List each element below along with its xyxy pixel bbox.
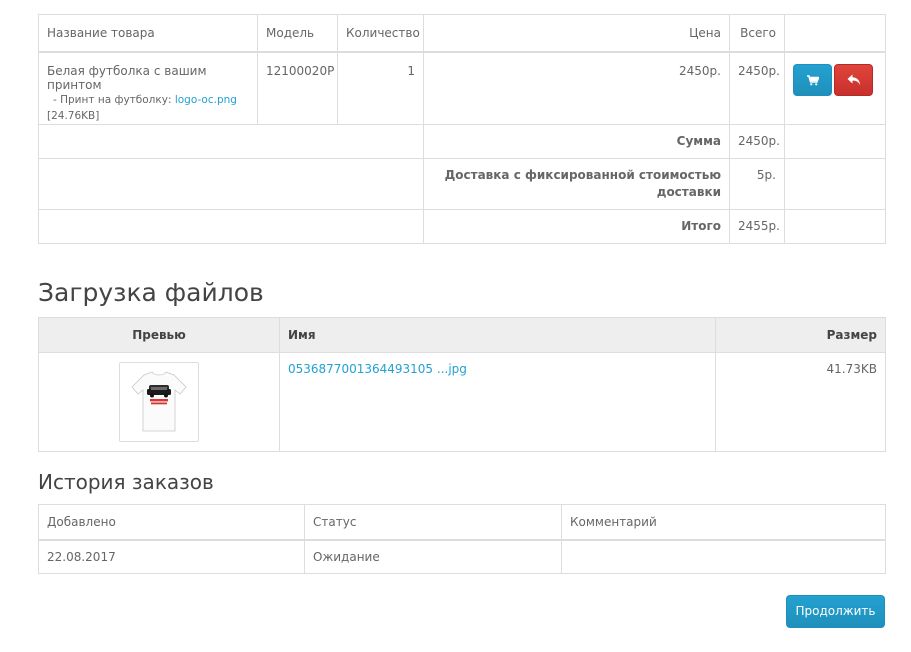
history-status: Ожидание [304,539,562,574]
totals-label: Итого [423,208,730,244]
product-actions [784,51,886,125]
totals-row: Доставка с фиксированной стоимостью дост… [38,157,886,210]
product-cell: Белая футболка с вашим принтом - Принт н… [38,51,258,125]
preview-cell [38,352,280,452]
col-actions [784,14,886,53]
order-header-row: Название товара Модель Количество Цена В… [38,14,886,53]
option-file-link[interactable]: logo-oc.png [175,94,237,106]
totals-value: 5р. [729,157,785,210]
file-thumbnail[interactable] [119,362,199,442]
product-total: 2450р. [729,51,785,125]
totals-label: Доставка с фиксированной стоимостью дост… [423,157,730,210]
col-quantity: Количество [337,14,424,53]
totals-label: Сумма [423,123,730,159]
uploads-header-row: Превью Имя Размер [38,317,886,353]
reorder-button[interactable] [793,63,832,96]
col-price: Цена [423,14,730,53]
uploads-table: Превью Имя Размер 0536877001364493105 ..… [38,317,886,452]
filename-cell: 0536877001364493105 ...jpg [279,352,716,452]
col-total: Всего [729,14,785,53]
file-size: 41.73KB [715,352,886,452]
order-products-table: Название товара Модель Количество Цена В… [38,14,886,244]
option-file-size: [24.76KB] [47,109,100,122]
tshirt-preview-image [131,371,187,432]
col-model: Модель [257,14,338,53]
product-row: Белая футболка с вашим принтом - Принт н… [38,51,886,125]
shopping-cart-icon [806,74,820,85]
col-filename: Имя [279,317,716,353]
history-date: 22.08.2017 [38,539,305,574]
product-price: 2450р. [423,51,730,125]
product-model: 12100020P [257,51,338,125]
order-history-table: Добавлено Статус Комментарий 22.08.2017 … [38,504,886,574]
continue-button[interactable]: Продолжить [786,595,885,628]
col-size: Размер [715,317,886,353]
uploaded-file-link[interactable]: 0536877001364493105 ...jpg [288,362,467,376]
col-preview: Превью [38,317,280,353]
product-quantity: 1 [337,51,424,125]
history-row: 22.08.2017 Ожидание [38,539,886,574]
totals-row: Сумма 2450р. [38,123,886,159]
option-label: - Принт на футболку: [53,93,172,106]
return-button[interactable] [834,63,873,96]
history-heading: История заказов [38,470,214,494]
reply-icon [847,74,860,86]
history-comment [561,539,886,574]
totals-value: 2450р. [729,123,785,159]
col-date-added: Добавлено [38,504,305,541]
product-name: Белая футболка с вашим принтом [47,63,207,92]
product-option: - Принт на футболку: logo-oc.png [47,92,249,108]
uploads-heading: Загрузка файлов [38,278,264,307]
col-product-name: Название товара [38,14,258,53]
col-status: Статус [304,504,562,541]
col-comment: Комментарий [561,504,886,541]
upload-row: 0536877001364493105 ...jpg 41.73KB [38,352,886,452]
history-header-row: Добавлено Статус Комментарий [38,504,886,541]
totals-row: Итого 2455р. [38,208,886,244]
totals-value: 2455р. [729,208,785,244]
